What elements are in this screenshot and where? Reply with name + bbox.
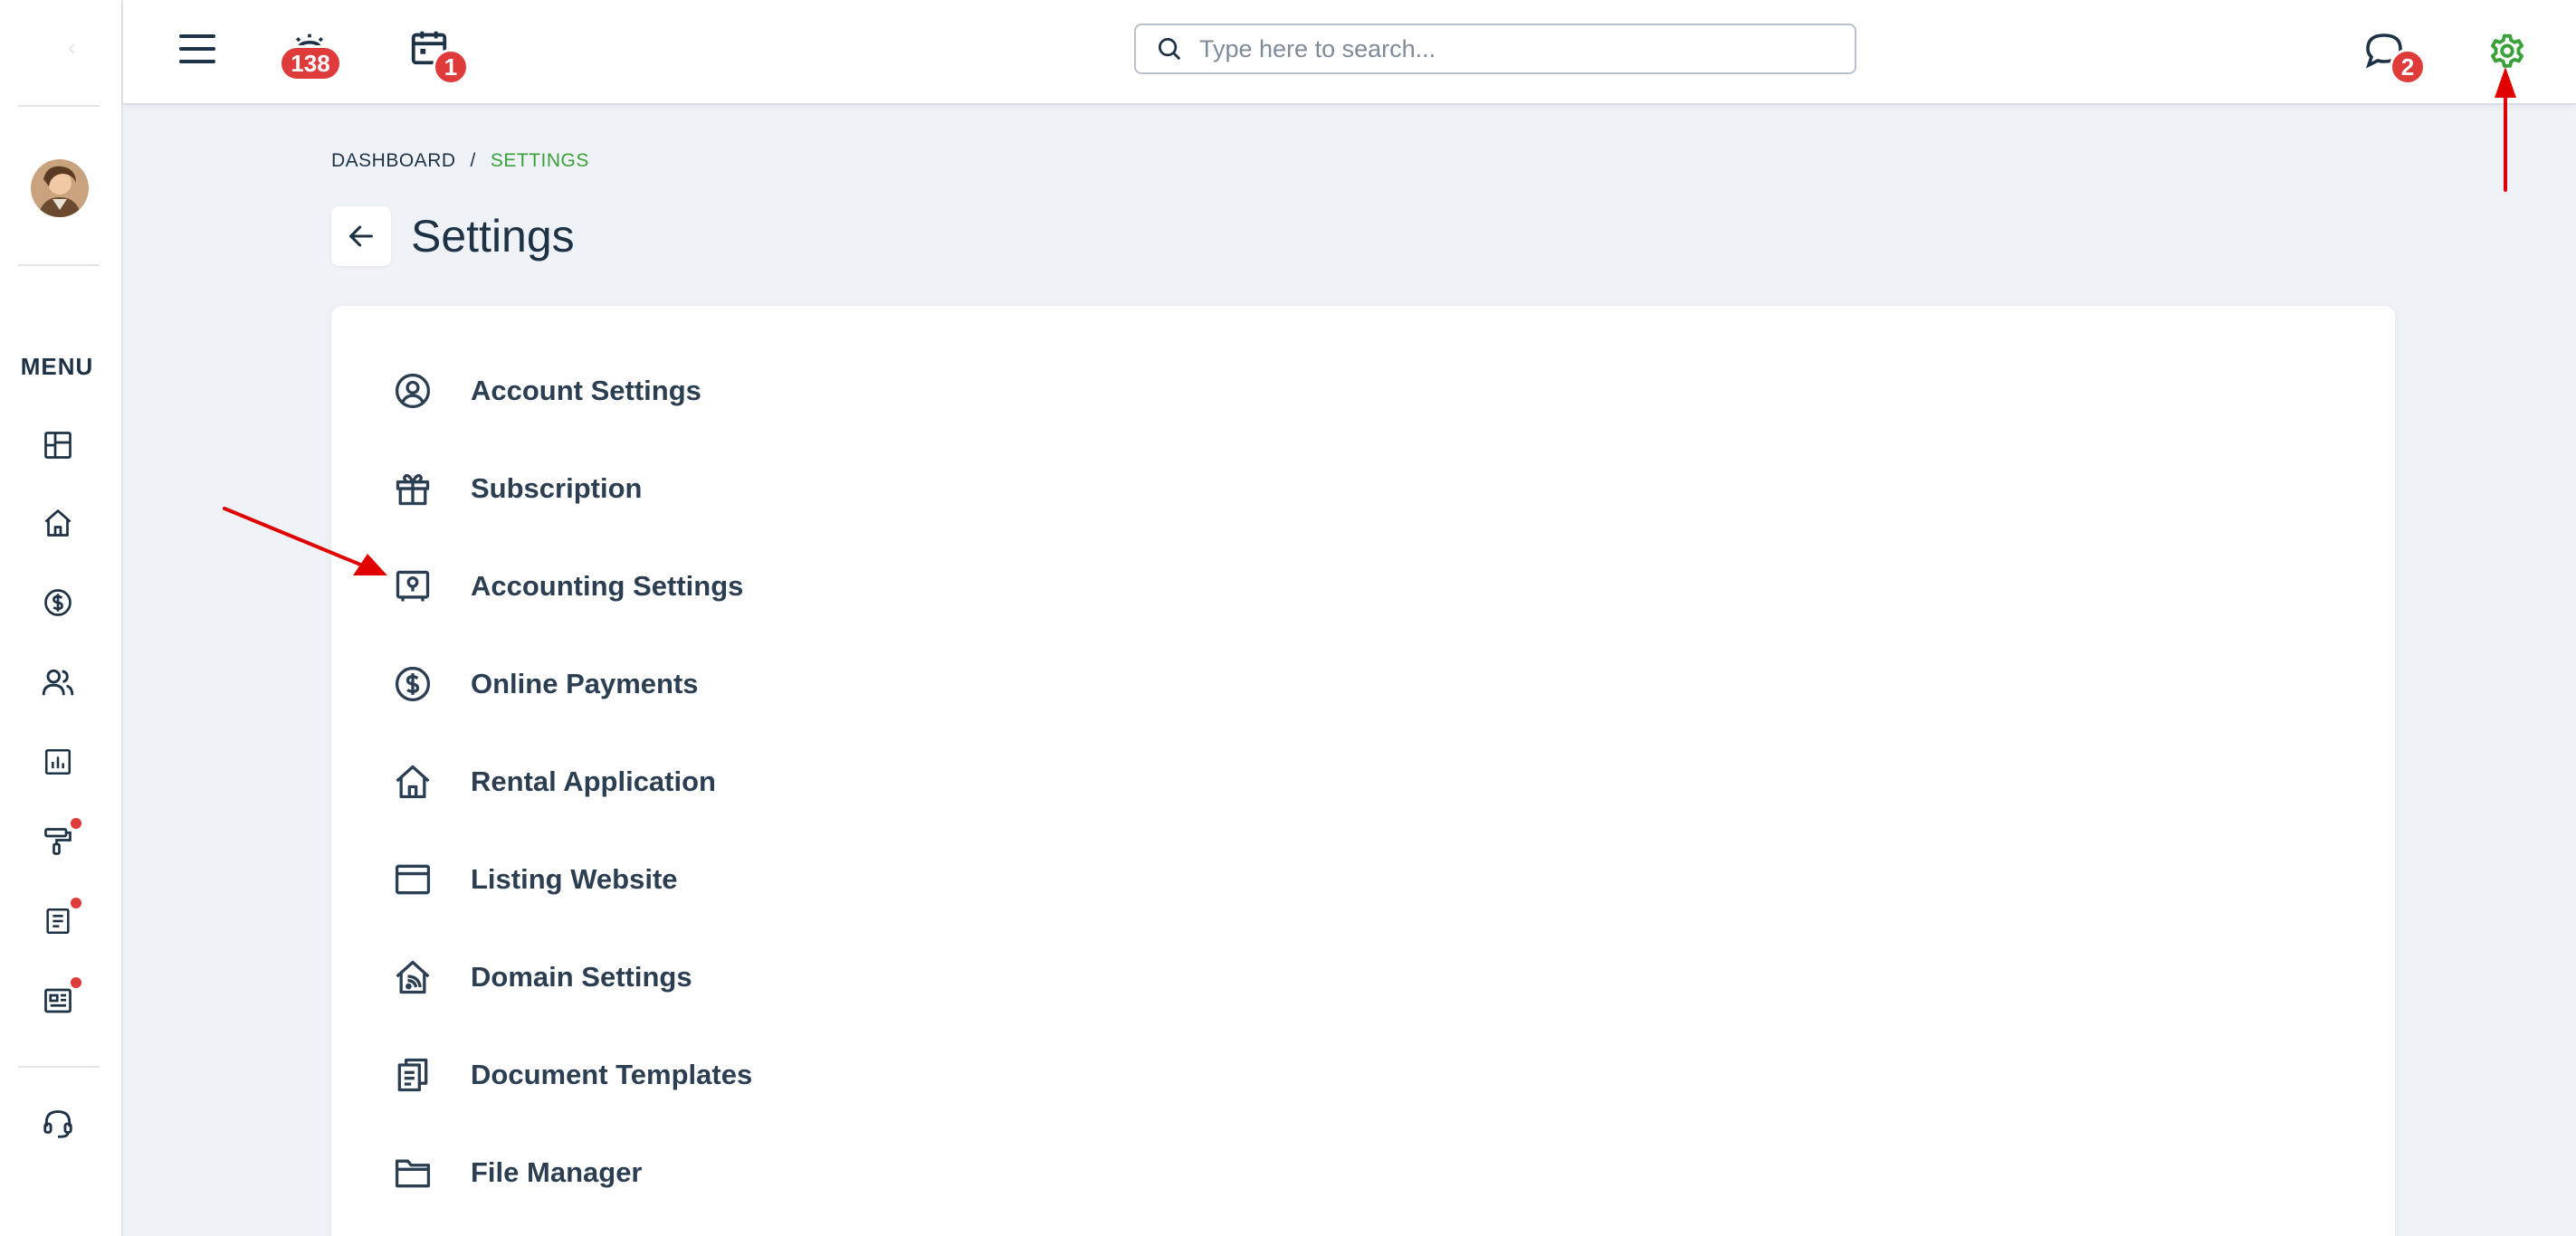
settings-item-label: Accounting Settings: [471, 570, 744, 602]
settings-item-accounting-settings[interactable]: Accounting Settings: [386, 550, 743, 623]
search-icon: [1156, 35, 1183, 62]
folder-icon: [386, 1146, 440, 1200]
settings-item-label: Listing Website: [471, 863, 678, 895]
settings-item-label: Document Templates: [471, 1059, 753, 1090]
page-title: Settings: [411, 211, 575, 261]
dashboard-icon[interactable]: [36, 423, 80, 467]
top-bar: 138 1 2: [123, 0, 2576, 105]
paint-roller-icon[interactable]: [36, 818, 81, 863]
left-sidebar: MENU: [0, 0, 123, 1236]
settings-item-domain-settings[interactable]: Domain Settings: [386, 941, 692, 1013]
settings-item-label: Online Payments: [471, 668, 699, 699]
settings-item-label: Subscription: [471, 472, 643, 504]
hamburger-menu-icon[interactable]: [170, 24, 224, 74]
settings-item-document-templates[interactable]: Document Templates: [386, 1039, 752, 1111]
sidebar-divider: [18, 105, 100, 107]
calendar-count-badge: 1: [433, 49, 469, 85]
dollar-circle-icon: [386, 657, 440, 711]
back-button[interactable]: [331, 206, 391, 266]
search-input[interactable]: [1199, 34, 1815, 63]
newspaper-icon[interactable]: [36, 977, 81, 1022]
users-icon[interactable]: [36, 661, 80, 704]
breadcrumb-separator: /: [470, 150, 476, 171]
notification-dot: [71, 898, 81, 908]
alarm-count-badge: 138: [279, 45, 342, 81]
settings-item-label: Domain Settings: [471, 961, 692, 993]
breadcrumb-dashboard-link[interactable]: DASHBOARD: [331, 150, 456, 172]
menu-label: MENU: [20, 353, 94, 380]
settings-item-label: Account Settings: [471, 375, 701, 406]
avatar[interactable]: [31, 159, 89, 217]
reports-icon[interactable]: [36, 740, 80, 784]
browser-window-icon: [386, 852, 440, 907]
gift-icon: [386, 461, 440, 516]
calendar-button[interactable]: 1: [404, 20, 469, 85]
breadcrumb: DASHBOARD / SETTINGS: [331, 150, 589, 172]
arrow-left-icon: [346, 221, 377, 252]
settings-item-online-payments[interactable]: Online Payments: [386, 648, 699, 720]
settings-item-rental-application[interactable]: Rental Application: [386, 746, 716, 818]
settings-item-file-manager[interactable]: File Manager: [386, 1136, 643, 1209]
settings-item-label: Rental Application: [471, 765, 716, 797]
alarm-button[interactable]: 138: [279, 24, 342, 81]
settings-item-subscription[interactable]: Subscription: [386, 452, 642, 525]
settings-item-account-settings[interactable]: Account Settings: [386, 355, 701, 427]
house-icon: [386, 755, 440, 809]
search-bar: [1134, 24, 1856, 74]
messages-count-badge: 2: [2390, 49, 2426, 85]
breadcrumb-current: SETTINGS: [490, 150, 589, 171]
support-headset-icon[interactable]: [36, 1102, 80, 1146]
settings-list-card: Account Settings Subscription Accounting…: [331, 306, 2395, 1236]
notification-dot: [71, 977, 81, 988]
safe-icon: [386, 559, 440, 613]
sidebar-divider: [18, 1066, 100, 1068]
collapse-chevron-icon[interactable]: [65, 42, 80, 56]
settings-item-listing-website[interactable]: Listing Website: [386, 843, 678, 916]
settings-item-label: File Manager: [471, 1156, 643, 1188]
home-icon[interactable]: [36, 501, 80, 545]
settings-gear-button[interactable]: [2482, 25, 2533, 76]
notification-dot: [71, 818, 81, 829]
messages-button[interactable]: 2: [2359, 25, 2426, 85]
house-signal-icon: [386, 950, 440, 1004]
sidebar-divider: [18, 264, 100, 266]
gear-icon: [2486, 30, 2528, 71]
dollar-icon[interactable]: [36, 581, 80, 624]
documents-icon: [386, 1048, 440, 1102]
document-icon[interactable]: [36, 898, 81, 943]
user-circle-icon: [386, 364, 440, 418]
